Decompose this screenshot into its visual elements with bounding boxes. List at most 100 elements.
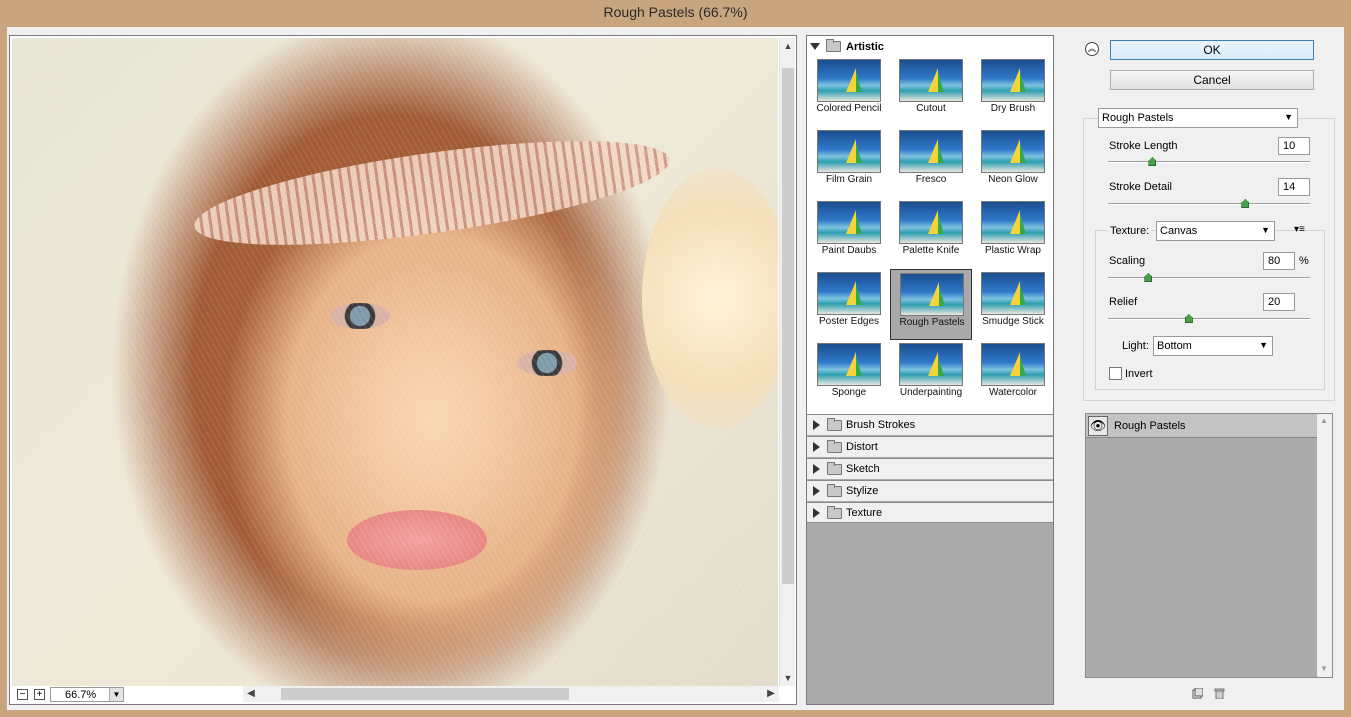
zoom-in-button[interactable]: +	[34, 689, 45, 700]
filter-preview-image	[981, 343, 1045, 386]
window-title: Rough Pastels (66.7%)	[603, 4, 748, 20]
category-distort[interactable]: Distort	[807, 436, 1053, 457]
scroll-up-icon[interactable]: ▲	[1320, 416, 1328, 425]
filter-select[interactable]: Rough Pastels ▼	[1098, 108, 1298, 128]
stroke-detail-slider-track[interactable]	[1108, 203, 1310, 205]
zoom-out-button[interactable]: −	[17, 689, 28, 700]
preview-vertical-scrollbar[interactable]: ▲ ▼	[779, 38, 795, 686]
chevron-down-icon: ▼	[1284, 112, 1293, 122]
category-sketch[interactable]: Sketch	[807, 458, 1053, 479]
filter-preview-image	[981, 59, 1045, 102]
scaling-slider-track[interactable]	[1108, 277, 1310, 279]
cancel-button[interactable]: Cancel	[1110, 70, 1314, 90]
filter-thumbnail-label: Cutout	[916, 103, 946, 114]
preview-horizontal-scrollbar[interactable]: ◀ ▶	[243, 686, 779, 702]
filter-thumbnail[interactable]: Underpainting	[890, 340, 972, 411]
filter-thumbnail[interactable]: Rough Pastels	[890, 269, 972, 340]
preview-flower	[642, 168, 778, 428]
filter-thumbnail[interactable]: Dry Brush	[972, 56, 1054, 127]
category-texture[interactable]: Texture	[807, 502, 1053, 523]
category-label: Brush Strokes	[846, 419, 916, 431]
scroll-thumb[interactable]	[782, 68, 794, 584]
filter-thumbnail[interactable]: Paint Daubs	[808, 198, 890, 269]
scroll-right-icon[interactable]: ▶	[763, 686, 779, 702]
layers-scrollbar[interactable]: ▲ ▼	[1317, 414, 1332, 677]
scroll-down-icon[interactable]: ▼	[780, 670, 796, 686]
preview-image[interactable]	[12, 38, 778, 686]
collapse-gallery-icon[interactable]: ︽	[1085, 42, 1099, 56]
filter-thumbnail[interactable]: Film Grain	[808, 127, 890, 198]
filter-thumbnail[interactable]: Neon Glow	[972, 127, 1054, 198]
sailboat-sail	[929, 282, 939, 306]
ok-button[interactable]: OK	[1110, 40, 1314, 60]
sailboat-sail	[846, 68, 856, 92]
filter-thumbnail[interactable]: Colored Pencil	[808, 56, 890, 127]
scroll-down-icon[interactable]: ▼	[1320, 664, 1328, 673]
filter-preview-image	[899, 343, 963, 386]
stroke-detail-input[interactable]: 14	[1278, 178, 1310, 196]
texture-label: Texture:	[1108, 225, 1152, 237]
filter-thumbnail[interactable]: Palette Knife	[890, 198, 972, 269]
effect-layer-label: Rough Pastels	[1114, 420, 1186, 432]
sailboat-sail	[938, 72, 944, 92]
texture-menu-icon[interactable]: ▾≡	[1294, 224, 1305, 235]
filter-thumbnail[interactable]: Poster Edges	[808, 269, 890, 340]
stroke-length-input[interactable]: 10	[1278, 137, 1310, 155]
eye-icon[interactable]: 👁	[1088, 416, 1108, 436]
filter-thumbnail[interactable]: Fresco	[890, 127, 972, 198]
triangle-right-icon	[813, 420, 820, 430]
category-label: Stylize	[846, 485, 879, 497]
filter-thumbnail-label: Film Grain	[825, 174, 873, 185]
category-brush-strokes[interactable]: Brush Strokes	[807, 414, 1053, 435]
folder-icon	[827, 440, 842, 453]
scaling-input[interactable]: 80	[1263, 252, 1295, 270]
sailboat-sail	[1010, 68, 1020, 92]
filter-thumbnail[interactable]: Cutout	[890, 56, 972, 127]
relief-input[interactable]: 20	[1263, 293, 1295, 311]
folder-icon	[826, 39, 841, 52]
filter-preview-image	[817, 343, 881, 386]
stroke-detail-label: Stroke Detail	[1109, 181, 1172, 193]
sailboat-sail	[938, 143, 944, 163]
sailboat-sail	[938, 214, 944, 234]
sailboat-sail	[846, 139, 856, 163]
light-select[interactable]: Bottom ▼	[1153, 336, 1273, 356]
filter-preview-image	[899, 201, 963, 244]
filter-preview-image	[981, 130, 1045, 173]
filter-thumbnail[interactable]: Plastic Wrap	[972, 198, 1054, 269]
sailboat-sail	[1020, 143, 1026, 163]
sailboat-sail	[928, 68, 938, 92]
preview-headband	[188, 119, 676, 267]
invert-checkbox[interactable]	[1109, 367, 1122, 380]
filter-thumbnail-label: Smudge Stick	[982, 316, 1044, 327]
filter-preview-image	[899, 130, 963, 173]
category-label: Distort	[846, 441, 878, 453]
filter-thumbnail[interactable]: Watercolor	[972, 340, 1054, 411]
new-effect-layer-icon[interactable]	[1192, 687, 1204, 699]
sailboat-sail	[846, 352, 856, 376]
filter-thumbnail[interactable]: Sponge	[808, 340, 890, 411]
sailboat-sail	[856, 356, 862, 376]
plus-icon: +	[36, 689, 43, 700]
folder-icon	[827, 462, 842, 475]
trash-icon[interactable]	[1214, 688, 1225, 700]
scroll-thumb[interactable]	[281, 688, 569, 700]
filter-thumbnail-label: Sponge	[831, 387, 867, 398]
preview-lips	[347, 510, 487, 570]
texture-select[interactable]: Canvas ▼	[1156, 221, 1275, 241]
sailboat-sail	[1010, 281, 1020, 305]
scroll-up-icon[interactable]: ▲	[780, 38, 796, 54]
stroke-length-slider-track[interactable]	[1108, 161, 1310, 163]
relief-slider-track[interactable]	[1108, 318, 1310, 320]
sailboat-sail	[928, 352, 938, 376]
zoom-select[interactable]: 66.7% ▼	[50, 687, 124, 702]
folder-icon	[827, 506, 842, 519]
filter-thumbnail[interactable]: Smudge Stick	[972, 269, 1054, 340]
category-stylize[interactable]: Stylize	[807, 480, 1053, 501]
filter-thumbnail-label: Dry Brush	[990, 103, 1036, 114]
sailboat-sail	[856, 143, 862, 163]
scroll-left-icon[interactable]: ◀	[243, 686, 259, 702]
sailboat-sail	[1020, 214, 1026, 234]
title-bar: Rough Pastels (66.7%)	[0, 0, 1351, 26]
chevron-down-icon[interactable]: ▼	[109, 688, 123, 701]
